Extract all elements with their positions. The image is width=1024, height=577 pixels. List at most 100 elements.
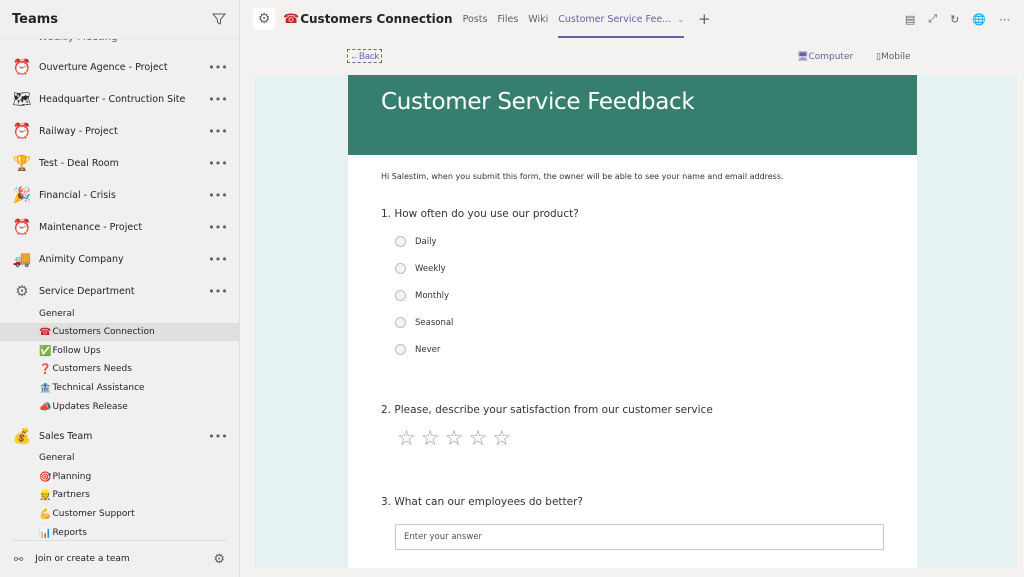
sidebar-header: Teams <box>0 0 239 38</box>
mobile-label: Mobile <box>880 52 911 62</box>
gear-icon[interactable]: ⚙ <box>213 552 225 567</box>
star-icon[interactable]: ☆ <box>468 428 487 449</box>
channel-name: Customer Support <box>52 509 135 519</box>
team-name: Financial - Crisis <box>39 189 116 201</box>
radio-button[interactable] <box>395 344 406 355</box>
radio-option-never[interactable]: Never <box>395 344 440 355</box>
more-options-icon[interactable]: ••• <box>203 61 233 74</box>
team-item[interactable]: ⏰ Ouverture Agence - Project ••• <box>0 53 239 81</box>
radio-button[interactable] <box>395 263 406 274</box>
channel-item[interactable]: 📣 Updates Release <box>0 398 239 416</box>
join-team-icon: ⚯ <box>14 552 24 566</box>
channel-item[interactable]: General <box>0 449 239 467</box>
partial-channel-item[interactable]: Weekly Meeting <box>38 39 118 43</box>
team-icon: ⏰ <box>12 58 32 76</box>
team-item-sales-team[interactable]: 💰 Sales Team ••• <box>0 422 239 450</box>
team-icon: 🏆 <box>12 154 32 172</box>
channel-item[interactable]: 👷 Partners <box>0 486 239 504</box>
more-options-icon[interactable]: ••• <box>203 285 233 298</box>
tab-wiki[interactable]: Wiki <box>528 0 548 38</box>
channel-item[interactable]: ❓ Customers Needs <box>0 360 239 378</box>
team-name: Animity Company <box>39 253 124 265</box>
channel-item-active[interactable]: ☎ Customers Connection <box>0 323 239 341</box>
back-button[interactable]: ←Back <box>347 49 383 63</box>
star-icon[interactable]: ☆ <box>421 428 440 449</box>
team-name: Maintenance - Project <box>39 221 143 233</box>
more-options-icon[interactable]: ••• <box>203 93 233 106</box>
channel-item[interactable]: 📊 Reports <box>0 524 239 541</box>
teams-list[interactable]: Weekly Meeting ⏰ Ouverture Agence - Proj… <box>0 38 239 541</box>
channel-name: Customers Needs <box>52 364 132 374</box>
back-label: Back <box>359 51 380 61</box>
channel-name: Follow Ups <box>52 346 101 356</box>
form-title: Customer Service Feedback <box>381 89 695 115</box>
tab-posts[interactable]: Posts <box>463 0 488 38</box>
team-icon: 💰 <box>12 427 32 445</box>
add-tab-button[interactable]: + <box>698 10 711 28</box>
form-header: Customer Service Feedback <box>348 75 917 155</box>
channel-item[interactable]: ✅ Follow Ups <box>0 342 239 360</box>
channel-name: Planning <box>52 472 92 482</box>
channel-item[interactable]: General <box>0 305 239 323</box>
option-label: Monthly <box>415 290 450 301</box>
header-actions: ▤ ⤢ ↻ 🌐 ⋯ <box>905 0 1010 38</box>
radio-button[interactable] <box>395 290 406 301</box>
team-avatar: ⚙ <box>253 8 275 30</box>
channel-title-text: Customers Connection <box>300 12 453 26</box>
radio-button[interactable] <box>395 236 406 247</box>
chevron-down-icon[interactable]: ⌄ <box>677 15 684 24</box>
radio-button[interactable] <box>395 317 406 328</box>
team-item[interactable]: 🎉 Financial - Crisis ••• <box>0 181 239 209</box>
answer-input[interactable] <box>395 524 884 550</box>
channel-title: ☎ Customers Connection <box>283 12 453 27</box>
question-3-label: 3. What can our employees do better? <box>381 496 583 508</box>
radio-option-daily[interactable]: Daily <box>395 236 437 247</box>
star-rating[interactable]: ☆ ☆ ☆ ☆ ☆ <box>397 428 511 449</box>
mobile-view-button[interactable]: ▯ Mobile <box>876 52 910 62</box>
channel-item[interactable]: 🎯 Planning <box>0 468 239 486</box>
team-name: Sales Team <box>39 430 93 442</box>
team-item-service-department[interactable]: ⚙ Service Department ••• <box>0 277 239 305</box>
more-options-icon[interactable]: ••• <box>203 430 233 443</box>
tab-files[interactable]: Files <box>497 0 518 38</box>
form-notice: Hi Salestim, when you submit this form, … <box>381 172 784 181</box>
tab-customer-service-feedback[interactable]: Customer Service Fee... ⌄ <box>558 0 684 38</box>
channel-name: Technical Assistance <box>52 383 145 393</box>
radio-option-seasonal[interactable]: Seasonal <box>395 317 453 328</box>
star-icon[interactable]: ☆ <box>445 428 464 449</box>
team-icon: ⏰ <box>12 218 32 236</box>
channel-item[interactable]: 🏦 Technical Assistance <box>0 379 239 397</box>
team-icon: 🚚 <box>12 250 32 268</box>
expand-icon[interactable]: ⤢ <box>928 12 937 26</box>
telephone-icon: ☎ <box>283 11 300 27</box>
team-name: Ouverture Agence - Project <box>39 61 168 73</box>
more-options-icon[interactable]: ⋯ <box>999 13 1010 26</box>
globe-icon[interactable]: 🌐 <box>972 13 986 26</box>
filter-icon[interactable] <box>211 11 227 27</box>
team-item[interactable]: 🗺 Headquarter - Contruction Site ••• <box>0 85 239 113</box>
star-icon[interactable]: ☆ <box>397 428 416 449</box>
computer-view-button[interactable]: 🖥 Computer <box>797 52 853 62</box>
radio-option-weekly[interactable]: Weekly <box>395 263 446 274</box>
more-options-icon[interactable]: ••• <box>203 189 233 202</box>
team-item[interactable]: 🚚 Animity Company ••• <box>0 245 239 273</box>
radio-option-monthly[interactable]: Monthly <box>395 290 449 301</box>
team-item[interactable]: ⏰ Railway - Project ••• <box>0 117 239 145</box>
team-icon: ⏰ <box>12 122 32 140</box>
monitor-icon: 🖥 <box>797 52 809 62</box>
team-item[interactable]: 🏆 Test - Deal Room ••• <box>0 149 239 177</box>
worker-icon: 👷 <box>39 489 52 501</box>
star-icon[interactable]: ☆ <box>492 428 511 449</box>
channel-item[interactable]: 💪 Customer Support <box>0 505 239 523</box>
team-item[interactable]: ⏰ Maintenance - Project ••• <box>0 213 239 241</box>
telephone-icon: ☎ <box>39 326 52 338</box>
conversation-icon[interactable]: ▤ <box>905 13 915 26</box>
check-icon: ✅ <box>39 345 52 357</box>
join-create-team[interactable]: ⚯ Join or create a team ⚙ <box>0 541 239 577</box>
more-options-icon[interactable]: ••• <box>203 157 233 170</box>
more-options-icon[interactable]: ••• <box>203 125 233 138</box>
refresh-icon[interactable]: ↻ <box>950 13 959 26</box>
more-options-icon[interactable]: ••• <box>203 253 233 266</box>
more-options-icon[interactable]: ••• <box>203 221 233 234</box>
chart-icon: 📊 <box>39 527 52 539</box>
